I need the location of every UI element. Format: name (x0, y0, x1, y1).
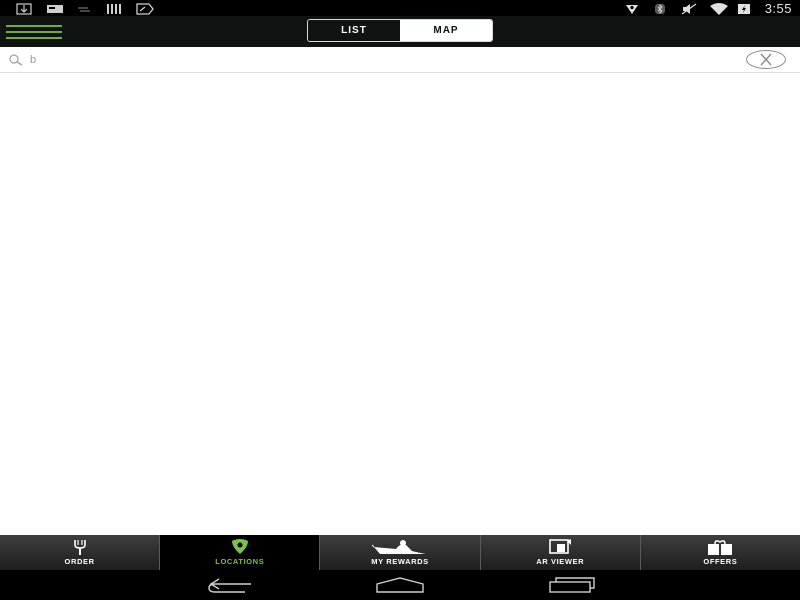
ar-viewer-icon (548, 539, 572, 555)
mute-icon (681, 2, 697, 15)
search-icon (8, 53, 24, 66)
location-pin-icon (230, 539, 250, 555)
bottom-nav: ORDER LOCATIONS MY REWARDS AR VIEWER OFF… (0, 535, 800, 570)
battery-icon (737, 2, 753, 14)
home-icon[interactable] (375, 576, 425, 594)
rewards-icon (371, 539, 428, 555)
system-status-icons: 3:55 (625, 0, 792, 16)
nav-item-locations[interactable]: LOCATIONS (160, 535, 321, 570)
nav-item-ar-viewer[interactable]: AR VIEWER (480, 535, 641, 570)
status-bar: 3:55 (0, 0, 800, 16)
notification-icons (16, 2, 154, 15)
tab-map[interactable]: MAP (400, 20, 492, 41)
nav-item-order[interactable]: ORDER (0, 535, 161, 570)
wifi-icon (709, 2, 728, 15)
back-icon[interactable] (205, 576, 253, 594)
plane-icon (136, 2, 154, 15)
action-bar: LIST MAP (0, 16, 800, 47)
nav-item-my-rewards[interactable]: MY REWARDS (320, 535, 481, 570)
nav-item-offers[interactable]: OFFERS (640, 535, 800, 570)
fork-icon (73, 539, 87, 555)
recent-apps-icon[interactable] (548, 576, 596, 594)
hamburger-icon[interactable] (6, 21, 62, 41)
view-toggle: LIST MAP (307, 19, 493, 42)
nav-label-locations: LOCATIONS (215, 557, 265, 566)
nav-label-offers: OFFERS (703, 557, 738, 566)
search-bar (0, 47, 800, 73)
clock: 3:55 (764, 0, 792, 16)
signal-lines-icon (76, 2, 92, 14)
barcode-icon (106, 2, 122, 14)
system-nav (0, 570, 800, 600)
download-icon (16, 2, 32, 15)
search-input[interactable] (30, 51, 730, 69)
nav-label-my-rewards: MY REWARDS (371, 557, 429, 566)
nav-label-ar-viewer: AR VIEWER (536, 557, 585, 566)
card-icon (46, 2, 63, 14)
close-icon[interactable] (746, 50, 786, 69)
bluetooth-icon (653, 2, 669, 15)
nav-label-order: ORDER (64, 557, 95, 566)
tab-list[interactable]: LIST (308, 20, 400, 41)
map-view[interactable] (0, 74, 800, 535)
location-icon (625, 2, 641, 14)
gift-icon (707, 539, 733, 555)
